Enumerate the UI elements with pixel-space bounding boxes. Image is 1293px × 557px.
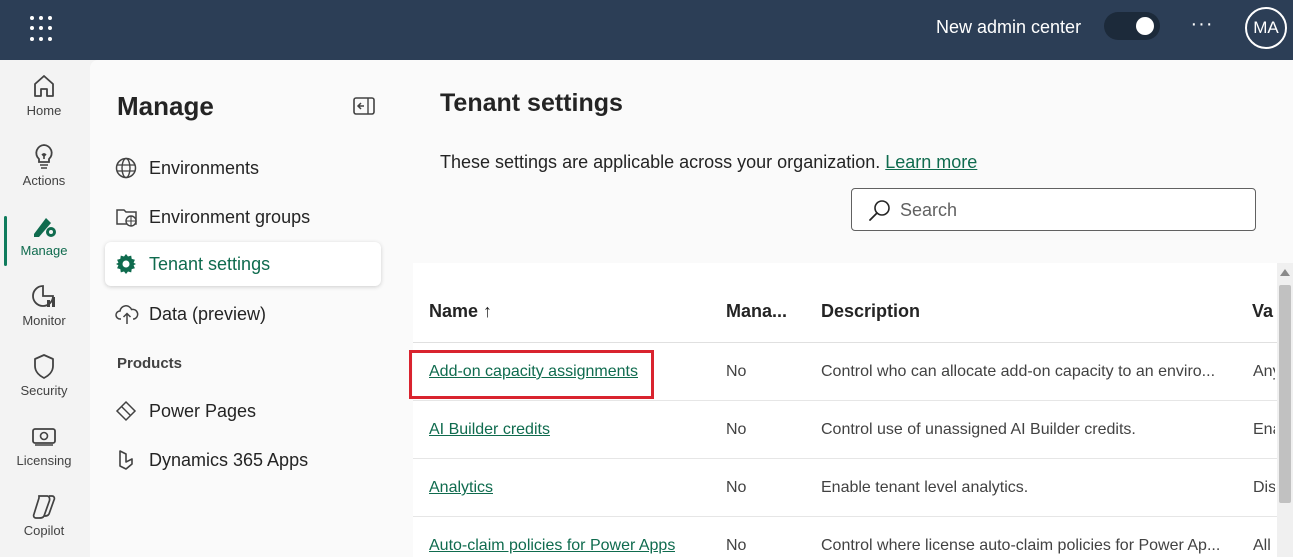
licensing-icon — [32, 428, 56, 446]
rail-item-home[interactable]: Home — [0, 66, 88, 132]
nav-item-label: Environment groups — [149, 207, 311, 227]
nav-item-data-preview[interactable]: Data (preview) — [105, 292, 381, 336]
table-row[interactable]: AI Builder credits No Control use of una… — [413, 401, 1293, 459]
more-options-icon[interactable]: ··· — [1188, 14, 1216, 42]
copilot-icon — [32, 495, 56, 519]
nav-item-environments[interactable]: Environments — [105, 146, 381, 190]
rail-item-licensing[interactable]: Licensing — [0, 416, 88, 482]
nav-item-label: Data (preview) — [149, 304, 267, 324]
search-box[interactable] — [851, 188, 1256, 231]
value-cell: Ena — [1253, 421, 1275, 438]
table-row[interactable]: Auto-claim policies for Power Apps No Co… — [413, 517, 1293, 557]
rail-item-label: Home — [26, 103, 62, 118]
managed-cell: No — [726, 479, 747, 496]
nav-item-dynamics-365-apps[interactable]: Dynamics 365 Apps — [105, 438, 381, 482]
nav-item-environment-groups[interactable]: Environment groups — [105, 195, 381, 239]
app-launcher-icon[interactable] — [28, 14, 58, 44]
rail-item-actions[interactable]: Actions — [0, 136, 88, 202]
power-pages-icon — [115, 400, 137, 422]
scrollbar-thumb[interactable] — [1279, 285, 1291, 503]
avatar[interactable]: MA — [1245, 7, 1287, 49]
left-rail: Home Actions Manage Monitor Security Lic… — [0, 60, 88, 557]
rail-item-manage[interactable]: Manage — [0, 206, 88, 272]
table-scrollbar[interactable] — [1277, 263, 1293, 557]
managed-cell: No — [726, 537, 747, 554]
value-cell: Any — [1253, 363, 1275, 380]
shield-icon — [34, 354, 54, 379]
column-header-name[interactable]: Name ↑ — [429, 301, 492, 322]
nav-item-tenant-settings[interactable]: Tenant settings — [105, 242, 381, 286]
table-header: Name ↑ Mana... Description Va — [413, 263, 1293, 343]
rail-item-label: Security — [20, 383, 68, 398]
rail-item-security[interactable]: Security — [0, 346, 88, 412]
home-icon — [34, 75, 54, 97]
search-icon — [869, 200, 890, 221]
subtitle-text: These settings are applicable across you… — [440, 152, 881, 172]
column-header-value[interactable]: Va — [1252, 301, 1273, 322]
managed-cell: No — [726, 363, 747, 380]
collapse-panel-icon[interactable] — [353, 97, 375, 115]
rail-item-label: Monitor — [22, 313, 66, 328]
managed-cell: No — [726, 421, 747, 438]
highlight-box — [409, 350, 654, 399]
rail-item-copilot[interactable]: Copilot — [0, 486, 88, 552]
rail-item-label: Licensing — [16, 453, 72, 468]
monitor-icon — [32, 285, 55, 307]
description-cell: Control who can allocate add-on capacity… — [821, 363, 1216, 380]
search-input[interactable] — [900, 197, 1240, 223]
rail-item-label: Actions — [22, 173, 66, 188]
page-title: Tenant settings — [440, 89, 623, 117]
products-section-label: Products — [117, 355, 183, 372]
main-content: Tenant settings These settings are appli… — [395, 60, 1293, 557]
globe-icon — [115, 157, 137, 179]
folder-globe-icon — [116, 209, 137, 227]
manage-icon — [34, 218, 56, 237]
setting-name-link[interactable]: AI Builder credits — [429, 421, 550, 439]
manage-panel: Manage Environments Environment groups T… — [90, 60, 395, 557]
value-cell: All — [1253, 537, 1271, 554]
nav-item-label: Environments — [149, 158, 260, 178]
nav-item-power-pages[interactable]: Power Pages — [105, 389, 381, 433]
manage-title: Manage — [117, 91, 214, 121]
nav-item-label: Power Pages — [149, 401, 257, 421]
description-cell: Control use of unassigned AI Builder cre… — [821, 421, 1136, 438]
rail-item-label: Copilot — [23, 523, 65, 538]
settings-table: Name ↑ Mana... Description Va Add-on cap… — [413, 263, 1293, 557]
scroll-up-icon[interactable] — [1280, 269, 1290, 276]
gear-icon — [116, 254, 136, 274]
description-cell: Control where license auto-claim policie… — [821, 537, 1221, 554]
toggle-knob — [1136, 17, 1154, 35]
rail-item-monitor[interactable]: Monitor — [0, 276, 88, 342]
learn-more-link[interactable]: Learn more — [885, 152, 977, 172]
new-admin-center-toggle[interactable] — [1104, 12, 1160, 40]
column-header-managed[interactable]: Mana... — [726, 301, 787, 322]
lightbulb-icon — [35, 144, 53, 169]
dynamics-icon — [119, 450, 133, 470]
nav-item-label: Dynamics 365 Apps — [149, 450, 309, 470]
nav-item-label: Tenant settings — [149, 254, 271, 274]
top-bar: New admin center ··· MA — [0, 0, 1293, 60]
rail-item-label: Manage — [20, 243, 68, 258]
description-cell: Enable tenant level analytics. — [821, 479, 1029, 496]
column-header-description[interactable]: Description — [821, 301, 920, 322]
value-cell: Dis — [1253, 479, 1275, 496]
cloud-upload-icon — [115, 305, 139, 324]
setting-name-link[interactable]: Auto-claim policies for Power Apps — [429, 537, 675, 555]
setting-name-link[interactable]: Analytics — [429, 479, 493, 497]
new-admin-center-label: New admin center — [936, 17, 1082, 37]
page-subtitle: These settings are applicable across you… — [440, 152, 977, 173]
table-row[interactable]: Analytics No Enable tenant level analyti… — [413, 459, 1293, 517]
